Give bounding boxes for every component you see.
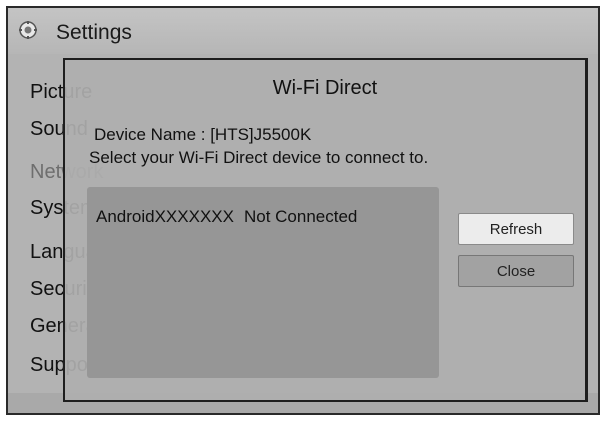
- device-list: AndroidXXXXXXX Not Connected: [87, 187, 439, 378]
- instruction-text: Select your Wi-Fi Direct device to conne…: [89, 148, 429, 167]
- tv-screen: Settings Picture Sound Network System La…: [6, 6, 600, 415]
- device-name-label: Device Name : [HTS]J5500K: [94, 125, 312, 144]
- refresh-button[interactable]: Refresh: [458, 213, 574, 245]
- connection-status: Not Connected: [243, 207, 358, 226]
- page-title: Settings: [56, 21, 132, 44]
- wifi-direct-dialog: Wi-Fi Direct Device Name : [HTS]J5500K S…: [63, 58, 588, 402]
- close-button[interactable]: Close: [458, 255, 574, 287]
- dialog-title: Wi-Fi Direct: [272, 77, 378, 99]
- gear-icon: [18, 20, 38, 40]
- settings-header: Settings: [8, 8, 598, 54]
- device-list-item[interactable]: AndroidXXXXXXX Not Connected: [96, 207, 357, 227]
- device-name: AndroidXXXXXXX: [96, 207, 234, 226]
